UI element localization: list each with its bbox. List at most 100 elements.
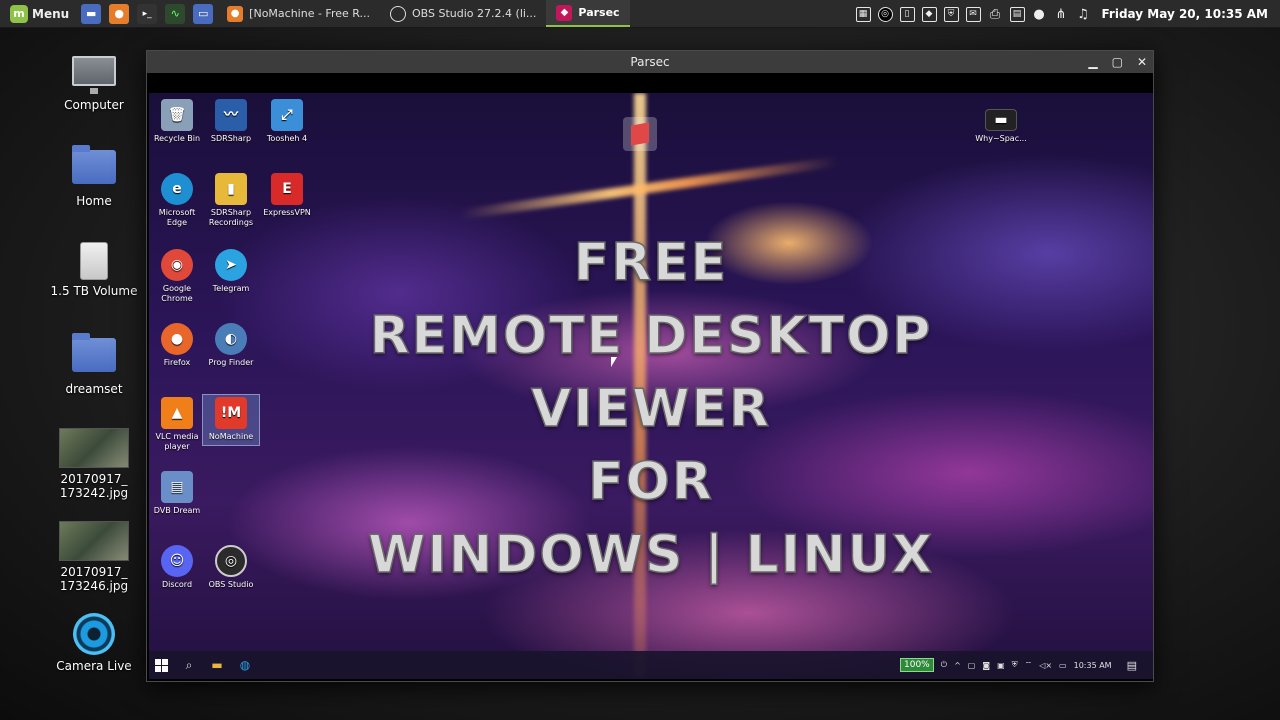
maximize-icon[interactable]: ▢ [1112, 51, 1123, 73]
overlay-line: WINDOWS | LINUX [367, 524, 934, 586]
desktop-icon-dreamset[interactable]: dreamset [39, 333, 149, 396]
volume-icon[interactable]: ◁× [1039, 661, 1052, 670]
parsec-logo-icon [623, 117, 657, 151]
folder-icon [72, 333, 116, 372]
camera-icon [73, 613, 115, 655]
windows-start-icon[interactable] [155, 658, 168, 672]
expressvpn-icon: E [271, 173, 303, 205]
firefox-launcher-icon[interactable]: ● [109, 3, 130, 24]
remote-icon-label: SDRSharp Recordings [208, 208, 254, 227]
remote-icon-expressvpn[interactable]: E ExpressVPN [259, 173, 315, 218]
remote-icon-label: Recycle Bin [153, 134, 201, 143]
task-obs[interactable]: OBS Studio 27.2.4 (li... [380, 0, 546, 27]
task-parsec[interactable]: ◆ Parsec [546, 0, 630, 27]
edge-icon: e [161, 173, 193, 205]
battery-indicator[interactable]: 100% [900, 658, 934, 672]
parsec-window: Parsec ▁ ▢ ✕ 🗑 Recycle Bin 〰 SDRSharp ⤢ … [146, 50, 1154, 682]
tray-app-icon[interactable]: ▢ [968, 661, 976, 670]
close-icon[interactable]: ✕ [1137, 51, 1147, 73]
video-file-icon: ▬ [985, 109, 1017, 131]
wallpaper-light-cross [460, 156, 838, 220]
terminal-launcher-icon[interactable]: ▸_ [137, 3, 158, 24]
task-nomachine[interactable]: ● [NoMachine - Free R... [217, 0, 380, 27]
remote-icon-label: SDRSharp [210, 134, 252, 143]
task-label: Parsec [578, 6, 620, 19]
recycle-bin-icon: 🗑 [161, 99, 193, 131]
top-panel: m Menu ▬ ● ▸_ ∿ ▭ ● [NoMachine - Free R.… [0, 0, 1280, 28]
desktop-icon-home[interactable]: Home [39, 145, 149, 208]
battery-icon[interactable]: ▭ [1059, 661, 1067, 670]
notification-icon[interactable]: ▤ [1127, 659, 1137, 672]
mint-logo-icon: m [10, 4, 28, 23]
overlay-line: REMOTE DESKTOP [369, 305, 933, 367]
window-title: Parsec [630, 55, 670, 69]
remote-icon-label: Microsoft Edge [158, 208, 196, 227]
desktop-icon-label: Home [76, 194, 112, 208]
sound-icon[interactable]: ♫ [1076, 7, 1091, 22]
tray-app-icon[interactable]: ◙ [982, 661, 990, 670]
remote-icon-sdrsharp[interactable]: 〰 SDRSharp [203, 99, 259, 144]
obs-task-icon [390, 5, 407, 22]
printer-icon[interactable]: ⎙ [988, 7, 1003, 22]
desktop-icon-camera-live[interactable]: Camera Live [39, 613, 149, 673]
edge-taskbar-icon[interactable]: ◍ [234, 654, 256, 676]
tray-app-icon[interactable]: ▣ [997, 661, 1005, 670]
task-label: OBS Studio 27.2.4 (li... [412, 7, 537, 20]
search-icon[interactable]: ⌕ [178, 654, 200, 676]
keyboard-icon[interactable]: ▦ [855, 6, 871, 22]
home-folder-icon [72, 145, 116, 184]
remote-icon-recycle-bin[interactable]: 🗑 Recycle Bin [149, 99, 205, 144]
desktop-icon-label: 1.5 TB Volume [50, 284, 138, 298]
wifi-icon[interactable]: ⌔ [1025, 660, 1033, 670]
parsec-task-icon: ◆ [556, 4, 573, 21]
desktop-icon-label: 20170917_ 173246.jpg [59, 565, 129, 593]
file-explorer-icon[interactable]: ▬ [206, 654, 228, 676]
notes-icon[interactable]: ▤ [1009, 6, 1025, 22]
menu-label: Menu [32, 6, 70, 21]
window-titlebar[interactable]: Parsec ▁ ▢ ✕ [147, 51, 1153, 73]
update-manager-icon[interactable]: ◆ [921, 6, 937, 22]
minimize-icon[interactable]: ▁ [1088, 51, 1097, 73]
mouse-cursor-icon [611, 357, 617, 367]
remote-icon-toosheh[interactable]: ⤢ Toosheh 4 [259, 99, 315, 144]
task-label: [NoMachine - Free R... [249, 7, 371, 20]
remote-icon-label: Why~Spac... [975, 134, 1027, 143]
chevron-up-icon[interactable]: ^ [954, 661, 961, 670]
menu-button[interactable]: m Menu [0, 0, 77, 27]
power-icon[interactable]: ⏻ [941, 660, 947, 670]
desktop-icon-image-2[interactable]: 20170917_ 173246.jpg [39, 521, 149, 593]
remote-icon-video-file[interactable]: ▬ Why~Spac... [973, 109, 1029, 144]
overlay-line: FREE [573, 232, 729, 294]
desktop-icon-volume[interactable]: 1.5 TB Volume [39, 242, 149, 298]
files-launcher-icon[interactable]: ▭ [193, 3, 214, 24]
user-icon[interactable]: ● [1032, 7, 1047, 22]
remote-icon-edge[interactable]: e Microsoft Edge [149, 173, 205, 228]
desktop-icon-label: Camera Live [56, 659, 132, 673]
toosheh-icon: ⤢ [271, 99, 303, 131]
desktop-icon-label: Computer [64, 98, 124, 112]
desktop-icon-image-1[interactable]: 20170917_ 173242.jpg [39, 428, 149, 500]
shield-icon[interactable]: ⛨ [1012, 660, 1018, 670]
overlay-line: FOR [587, 451, 714, 513]
computer-icon [72, 56, 116, 94]
taskbar-clock[interactable]: 10:35 AM [1074, 661, 1112, 670]
folder-icon: ▮ [215, 173, 247, 205]
obs-tray-icon[interactable]: ◎ [877, 6, 893, 22]
network-icon[interactable]: ⋔ [1054, 7, 1069, 22]
remote-desktop-view[interactable]: 🗑 Recycle Bin 〰 SDRSharp ⤢ Toosheh 4 e M… [149, 93, 1153, 679]
overlay-line: VIEWER [530, 378, 772, 440]
image-thumbnail [59, 521, 129, 561]
mail-icon[interactable]: ✉ [965, 6, 981, 22]
remote-icon-sdrsharp-recordings[interactable]: ▮ SDRSharp Recordings [203, 173, 259, 228]
clipboard-icon[interactable]: ▯ [899, 6, 915, 22]
clock[interactable]: Friday May 20, 10:35 AM [1102, 7, 1269, 21]
desktop-icon-computer[interactable]: Computer [39, 56, 149, 112]
remote-windows-taskbar: ⌕ ▬ ◍ 100% ⏻ ^ ▢ ◙ ▣ ⛨ ⌔ ◁× ▭ 10:35 AM ▤ [149, 651, 1153, 679]
desktop-icon-label: 20170917_ 173242.jpg [59, 472, 129, 500]
drive-icon [80, 242, 108, 280]
remote-icon-label: ExpressVPN [263, 208, 311, 217]
show-desktop-icon[interactable]: ▬ [81, 3, 102, 24]
system-monitor-launcher-icon[interactable]: ∿ [165, 3, 186, 24]
shield-icon[interactable]: ⛨ [943, 6, 959, 22]
sdrsharp-icon: 〰 [215, 99, 247, 131]
